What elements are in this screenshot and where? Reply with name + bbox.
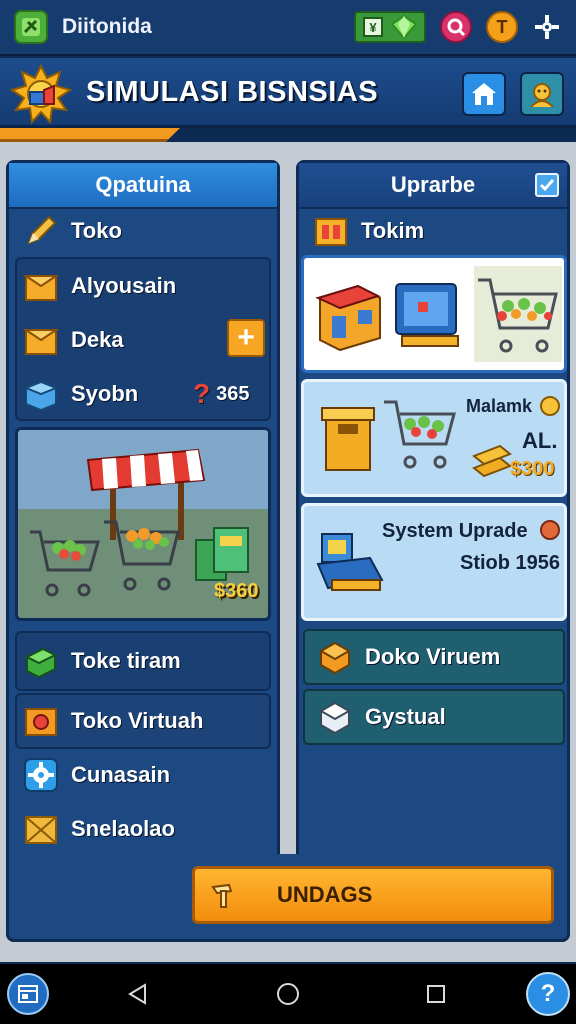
left-item-label: Deka <box>71 327 124 352</box>
cart-icon <box>30 530 100 597</box>
coin-icon <box>540 396 560 416</box>
circle-home-icon <box>277 983 299 1005</box>
right-list-label: Gystual <box>365 704 446 729</box>
green-cube-icon <box>24 647 58 679</box>
right-header-item[interactable]: Tokim <box>313 207 424 255</box>
gear-icon <box>24 758 58 792</box>
back-button[interactable] <box>118 964 158 1024</box>
wood-crate-icon <box>25 816 57 844</box>
right-list-item-gystual[interactable]: Gystual <box>303 689 565 745</box>
shop-sign-icon <box>315 218 347 246</box>
hammer-icon <box>211 883 233 908</box>
market-price: $300 <box>510 458 555 480</box>
svg-text:¥: ¥ <box>369 20 377 35</box>
app-icon[interactable] <box>14 10 48 44</box>
gem-counter[interactable]: ¥ <box>354 11 426 43</box>
settings-icon[interactable] <box>532 12 562 42</box>
gem-icon <box>390 14 418 40</box>
right-list-label: Doko Viruem <box>365 644 501 669</box>
market-label: Malamk <box>466 396 533 416</box>
shopping-cart-icon <box>474 266 562 362</box>
upgrade-button[interactable]: UNDAGS <box>192 866 554 924</box>
check-icon <box>539 179 555 192</box>
left-header-item[interactable]: Toko <box>23 207 122 255</box>
header-ribbon <box>0 128 180 142</box>
add-button[interactable]: + <box>227 319 265 357</box>
pencil-icon <box>27 215 57 245</box>
system-card-subtitle: Stiob 1956 <box>460 552 561 574</box>
orange-crate-icon <box>25 708 57 736</box>
right-panel: Uprarbe Tokim Malamk AL. $300 System Upr… <box>296 160 570 942</box>
scene-price: $360 <box>214 580 259 602</box>
left-list-item-toko-virtuah[interactable]: Toko Virtuah <box>23 699 203 743</box>
right-panel-title: Uprarbe <box>390 172 476 197</box>
market-stall-icon <box>86 448 206 540</box>
left-list-label: Snelaolao <box>71 816 175 841</box>
shop-building-icon <box>315 284 381 352</box>
left-item-label: Alyousain <box>71 273 177 298</box>
title-bar: SIMULASI BISNSIAS <box>0 58 576 128</box>
market-price-top: AL. <box>522 428 558 453</box>
back-icon <box>128 983 146 1005</box>
app-switcher-button[interactable] <box>4 964 52 1024</box>
right-header-label: Tokim <box>361 218 425 243</box>
left-item-alyousain[interactable]: Alyousain <box>23 265 176 307</box>
orange-cube-icon <box>318 641 352 675</box>
goods-crate-icon <box>195 527 249 581</box>
right-list-item-doko-viruem[interactable]: Doko Viruem <box>303 629 565 685</box>
game-title: SIMULASI BISNSIAS <box>86 76 379 108</box>
cart-icon <box>384 400 456 469</box>
left-item-label: Syobn <box>71 381 139 406</box>
home-button[interactable] <box>462 72 506 116</box>
system-card-title: System Uprade <box>382 520 528 542</box>
app-name: Diitonida <box>62 15 152 38</box>
alert-icon <box>540 520 560 540</box>
syobn-value-text: 365 <box>216 382 250 405</box>
system-upgrade-card[interactable]: System Uprade Stiob 1956 <box>301 503 567 621</box>
search-icon[interactable] <box>440 11 472 43</box>
help-button[interactable]: ? <box>524 964 572 1024</box>
help-icon: ? <box>526 972 570 1016</box>
box-icon <box>23 329 59 355</box>
white-cube-icon <box>318 701 352 735</box>
coin-icon[interactable]: T <box>486 11 518 43</box>
left-list-item-snelaolao[interactable]: Snelaolao <box>23 807 175 851</box>
left-header-label: Toko <box>71 218 122 243</box>
main-area: Qpatuina Toko Alyousain Deka + Syobn ? 3… <box>0 142 576 962</box>
upgrade-button-label: UNDAGS <box>277 882 373 907</box>
right-panel-head: Uprarbe <box>299 163 567 209</box>
window-icon <box>18 985 38 1003</box>
left-list-label: Toke tiram <box>71 648 181 673</box>
syobn-value: ? 365 <box>193 373 249 415</box>
left-panel-title: Qpatuina <box>9 163 277 209</box>
system-nav-bar: ? <box>0 964 576 1024</box>
sun-logo-icon <box>9 63 73 129</box>
left-list-label: Toko Virtuah <box>71 708 204 733</box>
shop-items-card[interactable] <box>301 255 567 373</box>
computer-terminal-icon <box>395 283 459 347</box>
blue-crate-icon <box>23 380 59 412</box>
home-nav-button[interactable] <box>268 964 308 1024</box>
recents-button[interactable] <box>416 964 456 1024</box>
cash-register-icon <box>316 533 384 591</box>
market-card[interactable]: Malamk AL. $300 <box>301 379 567 497</box>
status-bar: Diitonida ¥ T <box>0 0 576 56</box>
shop-scene: $360 <box>15 427 271 621</box>
trash-bin-icon <box>321 407 375 471</box>
cash-icon: ¥ <box>363 17 383 37</box>
square-icon <box>427 985 445 1003</box>
checkbox[interactable] <box>535 173 559 197</box>
left-item-deka[interactable]: Deka <box>23 319 124 361</box>
red-mark-icon: ? <box>193 378 211 409</box>
box-icon <box>23 275 59 301</box>
left-panel: Qpatuina Toko Alyousain Deka + Syobn ? 3… <box>6 160 280 942</box>
left-list-item-toke-tiram[interactable]: Toke tiram <box>23 639 181 683</box>
left-item-syobn[interactable]: Syobn <box>23 373 138 415</box>
profile-button[interactable] <box>520 72 564 116</box>
gold-bars-icon <box>472 444 512 478</box>
left-list-label: Cunasain <box>71 762 171 787</box>
left-list-item-cunasain[interactable]: Cunasain <box>23 753 170 797</box>
